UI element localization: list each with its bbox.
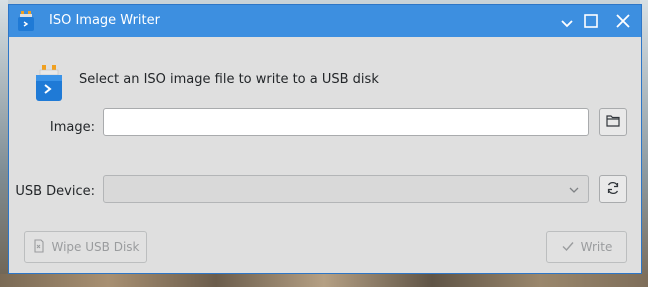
chevron-down-icon bbox=[568, 184, 580, 196]
minimize-icon[interactable] bbox=[557, 11, 577, 31]
write-label: Write bbox=[580, 240, 613, 254]
folder-icon bbox=[605, 113, 621, 132]
desktop-background-bottom bbox=[0, 274, 648, 287]
image-path-input[interactable] bbox=[103, 108, 589, 136]
erase-disk-icon bbox=[32, 238, 46, 256]
usb-device-select[interactable] bbox=[103, 175, 589, 203]
checkmark-icon bbox=[561, 239, 575, 256]
refresh-button[interactable] bbox=[599, 175, 627, 203]
image-label: Image: bbox=[49, 120, 95, 135]
app-window: ISO Image Writer Select an ISO image fil… bbox=[8, 4, 642, 274]
usb-drive-icon bbox=[33, 65, 65, 101]
desktop-background-left bbox=[0, 0, 8, 287]
wipe-usb-disk-label: Wipe USB Disk bbox=[51, 240, 140, 254]
usb-device-label: USB Device: bbox=[15, 184, 95, 199]
usb-drive-icon bbox=[17, 11, 35, 31]
window-title: ISO Image Writer bbox=[49, 13, 160, 28]
wipe-usb-disk-button[interactable]: Wipe USB Disk bbox=[24, 231, 147, 263]
write-button[interactable]: Write bbox=[546, 231, 627, 263]
browse-button[interactable] bbox=[599, 108, 627, 136]
refresh-icon bbox=[605, 180, 621, 199]
close-icon[interactable] bbox=[613, 11, 633, 31]
maximize-icon[interactable] bbox=[581, 11, 601, 31]
title-bar[interactable]: ISO Image Writer bbox=[9, 5, 641, 37]
instruction-text: Select an ISO image file to write to a U… bbox=[79, 72, 379, 87]
window-content: Select an ISO image file to write to a U… bbox=[9, 37, 641, 273]
